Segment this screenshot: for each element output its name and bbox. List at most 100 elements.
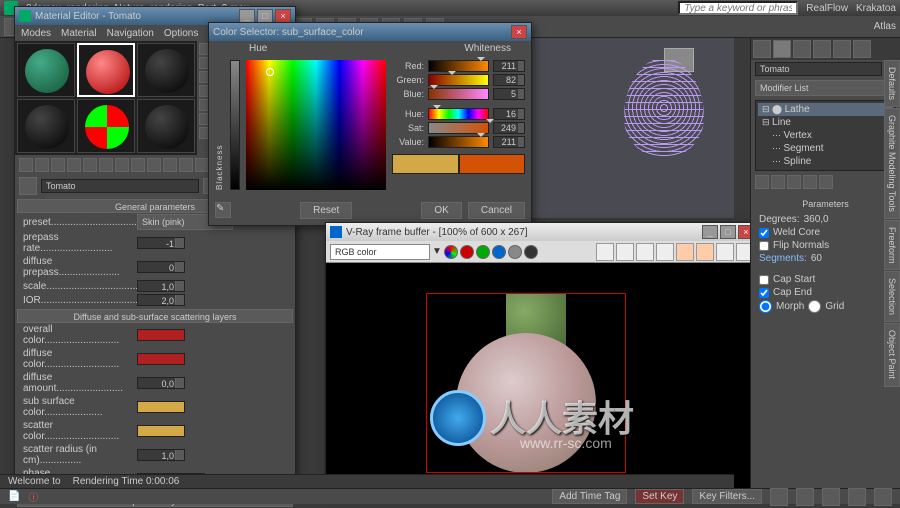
prev-frame-button[interactable] [796,488,814,506]
degrees-spinner[interactable]: 360,0 [804,214,852,225]
make-unique-button[interactable] [99,158,113,172]
cap-end-checkbox[interactable] [759,288,769,298]
me-maximize-button[interactable]: □ [257,9,273,23]
stack-vertex[interactable]: ⋯ Vertex [758,129,893,142]
green-channel-button[interactable] [476,245,490,259]
next-frame-button[interactable] [848,488,866,506]
modify-tab[interactable] [773,40,791,58]
key-filters-button[interactable]: Key Filters... [692,489,762,504]
morph-radio[interactable] [759,300,772,313]
stack-line[interactable]: ⊟ Line [758,116,893,129]
material-slot[interactable] [77,99,135,153]
go-sibling-button[interactable] [195,158,209,172]
grid-radio[interactable] [808,300,821,313]
show-map-button[interactable] [147,158,161,172]
sat-value[interactable]: 249 [493,122,525,134]
green-value[interactable]: 82 [493,74,525,86]
tab-object-paint[interactable]: Object Paint [884,323,900,386]
me-minimize-button[interactable]: _ [239,9,255,23]
tab-defaults[interactable]: Defaults [884,60,900,107]
get-material-button[interactable] [19,158,33,172]
vfb-titlebar[interactable]: V-Ray frame buffer - [100% of 600 x 267]… [326,223,758,241]
info-icon[interactable]: ⓘ [28,489,38,504]
set-key-button[interactable]: Set Key [635,489,684,504]
material-slot-active[interactable] [77,43,135,97]
track-mouse-button[interactable] [696,243,714,261]
ok-button[interactable]: OK [421,202,461,219]
tab-graphite[interactable]: Graphite Modeling Tools [884,108,900,219]
channel-dropdown[interactable]: RGB color [330,244,430,260]
me-menu-material[interactable]: Material [61,28,97,39]
blackness-slider[interactable] [230,60,240,190]
me-menu-navigation[interactable]: Navigation [107,28,154,39]
weld-checkbox[interactable] [759,228,769,238]
scale-spinner[interactable]: 1,0 [137,280,185,292]
mono-button[interactable] [524,245,538,259]
stack-lathe[interactable]: ⊟ ⬤ Lathe [758,103,893,116]
put-to-library-button[interactable] [115,158,129,172]
reset-button[interactable] [67,158,81,172]
add-time-tag-button[interactable]: Add Time Tag [552,489,627,504]
reset-button[interactable]: Reset [300,202,352,219]
picker-marker[interactable] [266,68,274,76]
load-image-button[interactable] [616,243,634,261]
me-menu-options[interactable]: Options [164,28,198,39]
blue-slider[interactable] [428,88,489,100]
red-value[interactable]: 211 [493,60,525,72]
segments-spinner[interactable]: 60 [811,253,851,264]
cs-close-button[interactable]: × [511,25,527,39]
tab-selection[interactable]: Selection [884,271,900,322]
diffuse-rollout-header[interactable]: Diffuse and sub-surface scattering layer… [17,309,293,323]
val-slider[interactable] [428,136,489,148]
flip-checkbox[interactable] [759,241,769,251]
cs-titlebar[interactable]: Color Selector: sub_surface_color × [209,23,531,41]
modifier-list-dropdown[interactable]: Modifier List [755,80,896,96]
hue-whiteness-picker[interactable] [246,60,386,190]
menu-krakatoa[interactable]: Krakatoa [856,3,896,14]
object-name-input[interactable] [755,62,882,76]
display-tab[interactable] [833,40,851,58]
cancel-button[interactable]: Cancel [468,202,525,219]
configure-button[interactable] [819,175,833,189]
maxscript-icon[interactable]: 📄 [8,491,20,502]
clear-button[interactable] [636,243,654,261]
me-menu-modes[interactable]: Modes [21,28,51,39]
menu-realflow[interactable]: RealFlow [806,3,848,14]
make-unique-stack-button[interactable] [787,175,801,189]
material-slot[interactable] [17,43,75,97]
timeline[interactable]: Welcome to Rendering Time 0:00:06 [0,474,734,488]
search-input[interactable] [678,1,798,15]
red-channel-button[interactable] [460,245,474,259]
show-end-button[interactable] [771,175,785,189]
pin-stack-button[interactable] [755,175,769,189]
material-id-button[interactable] [131,158,145,172]
material-slot[interactable] [137,99,195,153]
render-region[interactable] [426,293,626,473]
motion-tab[interactable] [813,40,831,58]
region-button[interactable] [676,243,694,261]
eyedropper-icon[interactable]: ✎ [215,202,231,218]
save-image-button[interactable] [596,243,614,261]
blue-value[interactable]: 5 [493,88,525,100]
cap-start-checkbox[interactable] [759,275,769,285]
make-copy-button[interactable] [83,158,97,172]
pick-button[interactable] [19,177,37,195]
corrections-button[interactable] [716,243,734,261]
copy-button[interactable] [656,243,674,261]
material-name-input[interactable] [41,179,199,193]
prepass-spinner[interactable]: -1 [137,237,185,249]
stack-spline[interactable]: ⋯ Spline [758,155,893,168]
render-view[interactable] [326,263,758,493]
blue-channel-button[interactable] [492,245,506,259]
assign-button[interactable] [51,158,65,172]
diffuse-amt-spinner[interactable]: 0,0 [137,377,185,389]
overall-color-swatch[interactable] [137,329,185,341]
alpha-channel-button[interactable] [508,245,522,259]
remove-mod-button[interactable] [803,175,817,189]
wireframe-object[interactable] [624,58,704,158]
show-end-result-button[interactable] [163,158,177,172]
play-button[interactable] [822,488,840,506]
diffuse-color-swatch[interactable] [137,353,185,365]
stack-segment[interactable]: ⋯ Segment [758,142,893,155]
tab-freeform[interactable]: Freeform [884,220,900,271]
